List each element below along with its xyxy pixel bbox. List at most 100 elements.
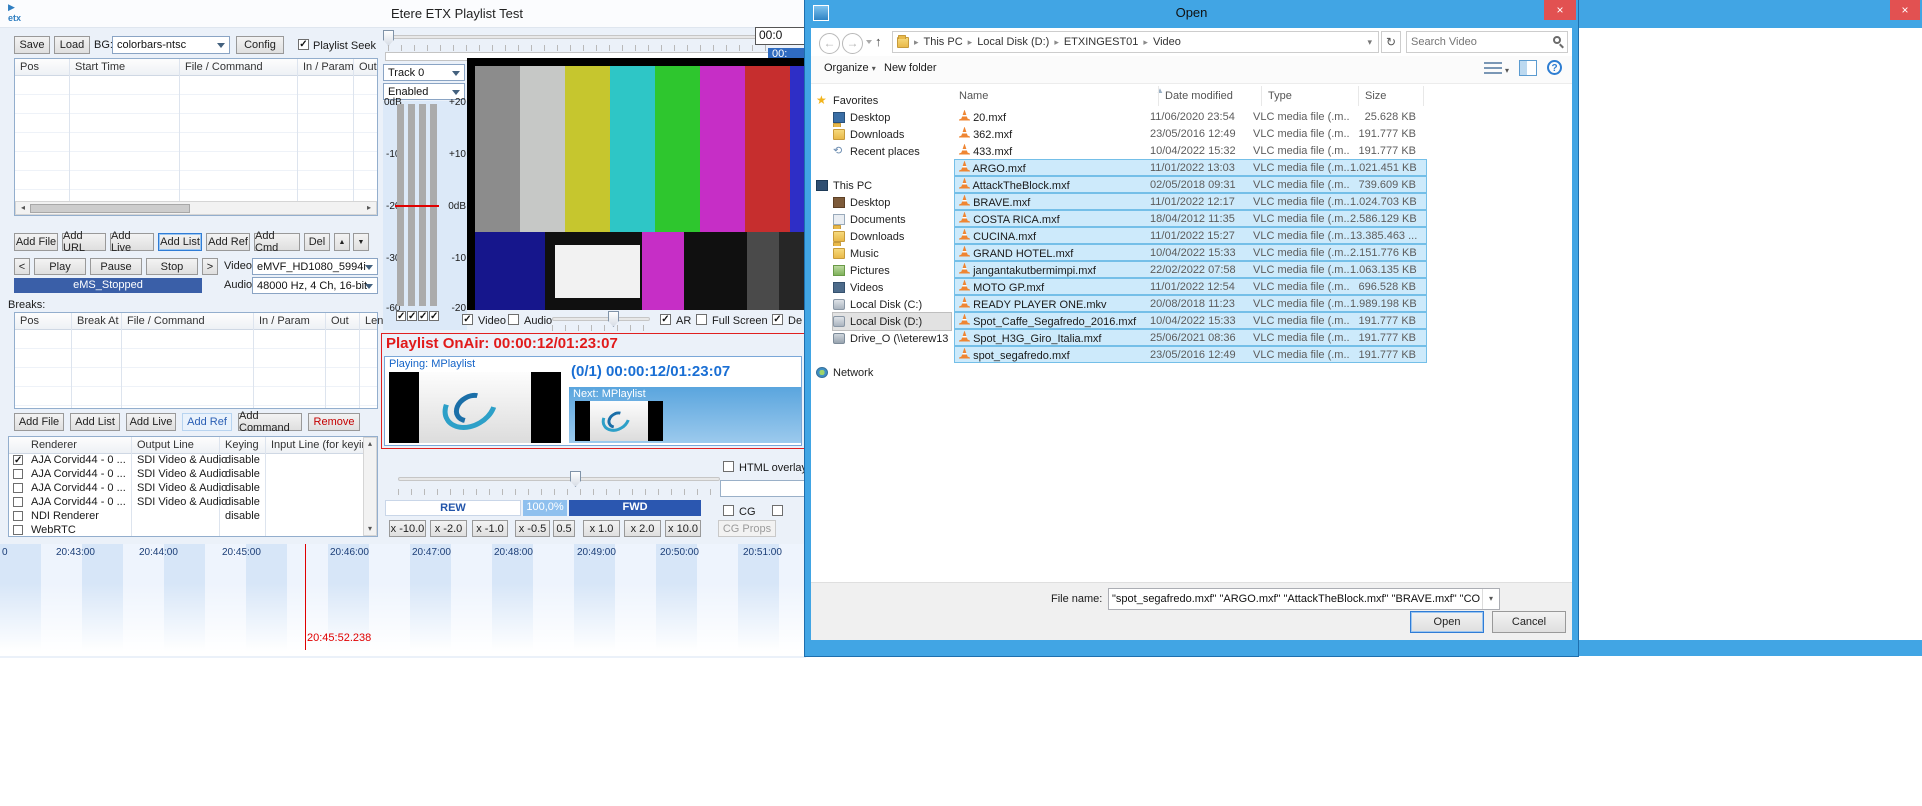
sidebar-item-music[interactable]: Music xyxy=(833,245,963,262)
vu-channel-4-checkbox[interactable] xyxy=(429,311,439,321)
timeline-playhead[interactable] xyxy=(305,544,306,650)
renderer-enable-checkbox[interactable] xyxy=(13,525,23,535)
speed-10-button[interactable]: x 10.0 xyxy=(665,520,701,537)
sidebar-item-local-disk-c[interactable]: Local Disk (C:) xyxy=(833,296,963,313)
pause-button[interactable]: Pause xyxy=(90,258,142,275)
breadcrumb-etxingest01[interactable]: ETXINGEST01 xyxy=(1064,36,1139,48)
file-row-selected[interactable]: Spot_Caffe_Segafredo_2016.mxf10/04/2022 … xyxy=(954,312,1427,329)
renderer-row[interactable]: NDI Renderer disable xyxy=(9,510,363,524)
sidebar-item-recent-places[interactable]: ⟲Recent places xyxy=(833,143,963,160)
file-row-selected[interactable]: COSTA RICA.mxf18/04/2012 11:35VLC media … xyxy=(954,210,1427,227)
breaks-add-ref-button[interactable]: Add Ref xyxy=(182,413,232,431)
renderer-enable-checkbox[interactable] xyxy=(13,469,23,479)
speed-x-10-button[interactable]: x -10.0 xyxy=(389,520,426,537)
column-header-date[interactable]: Date modified xyxy=(1165,90,1233,102)
sidebar-item-pictures[interactable]: Pictures xyxy=(833,262,963,279)
search-box[interactable] xyxy=(1406,31,1568,53)
audio-checkbox[interactable] xyxy=(508,314,519,325)
file-name-input[interactable] xyxy=(1112,591,1480,607)
renderer-vscrollbar[interactable]: ▴ ▾ xyxy=(363,437,377,536)
renderer-row[interactable]: WebRTC xyxy=(9,524,363,536)
fullscreen-checkbox[interactable] xyxy=(696,314,707,325)
file-row[interactable]: 20.mxf11/06/2020 23:54VLC media file (.m… xyxy=(954,108,1427,125)
ar-checkbox[interactable] xyxy=(660,314,671,325)
file-row-selected[interactable]: READY PLAYER ONE.mkv20/08/2018 11:23VLC … xyxy=(954,295,1427,312)
sidebar-item-this-pc[interactable]: This PC xyxy=(816,177,946,194)
sidebar-item-local-disk-d[interactable]: Local Disk (D:) xyxy=(833,313,951,330)
sidebar-item-desktop[interactable]: Desktop xyxy=(833,109,963,126)
vu-channel-2-checkbox[interactable] xyxy=(407,311,417,321)
dialog-close-icon[interactable]: × xyxy=(1544,0,1576,20)
deinterlace-checkbox[interactable] xyxy=(772,314,783,325)
move-up-button[interactable]: ▲ xyxy=(334,233,350,251)
file-row-selected[interactable]: ARGO.mxf11/01/2022 13:03VLC media file (… xyxy=(954,159,1427,176)
seek-slider-thumb[interactable] xyxy=(383,30,394,46)
file-row[interactable]: 362.mxf23/05/2016 12:49VLC media file (.… xyxy=(954,125,1427,142)
file-row-selected[interactable]: spot_segafredo.mxf23/05/2016 12:49VLC me… xyxy=(954,346,1427,363)
sidebar-item-videos[interactable]: Videos xyxy=(833,279,963,296)
open-button[interactable]: Open xyxy=(1410,611,1484,633)
new-folder-button[interactable]: New folder xyxy=(884,62,937,74)
renderer-row[interactable]: AJA Corvid44 - 0 ... SDI Video & Audio d… xyxy=(9,496,363,510)
file-row-selected[interactable]: MOTO GP.mxf11/01/2022 12:54VLC media fil… xyxy=(954,278,1427,295)
breadcrumb-local-disk-d[interactable]: Local Disk (D:) xyxy=(977,36,1049,48)
stop-button[interactable]: Stop xyxy=(146,258,198,275)
play-button[interactable]: Play xyxy=(34,258,86,275)
move-down-button[interactable]: ▼ xyxy=(353,233,369,251)
help-icon[interactable]: ? xyxy=(1547,60,1562,75)
view-dropdown-icon[interactable]: ▾ xyxy=(1505,66,1509,75)
search-input[interactable] xyxy=(1411,34,1541,50)
renderer-row[interactable]: AJA Corvid44 - 0 ... SDI Video & Audio d… xyxy=(9,454,363,468)
column-header-name[interactable]: Name xyxy=(959,90,988,102)
volume-slider[interactable] xyxy=(552,317,650,321)
breadcrumb-this-pc[interactable]: This PC xyxy=(924,36,963,48)
file-row[interactable]: 433.mxf10/04/2022 15:32VLC media file (.… xyxy=(954,142,1427,159)
speed-05-button[interactable]: 0.5 xyxy=(553,520,575,537)
breaks-add-command-button[interactable]: Add Command xyxy=(238,413,302,431)
video-format-select[interactable]: eMVF_HD1080_5994i xyxy=(252,258,378,275)
cg-checkbox[interactable] xyxy=(723,505,734,516)
add-list-button[interactable]: Add List xyxy=(158,233,202,251)
breadcrumb-dropdown-icon[interactable]: ▾ xyxy=(1367,37,1378,48)
file-name-dropdown-icon[interactable]: ▾ xyxy=(1482,589,1499,609)
vu-channel-1-checkbox[interactable] xyxy=(396,311,406,321)
file-row-selected[interactable]: GRAND HOTEL.mxf10/04/2022 15:33VLC media… xyxy=(954,244,1427,261)
video-checkbox[interactable] xyxy=(462,314,473,325)
cg-props-button[interactable]: CG Props xyxy=(718,520,776,537)
rew-zone[interactable]: REW xyxy=(385,500,521,516)
column-header-type[interactable]: Type xyxy=(1268,90,1292,102)
breaks-add-list-button[interactable]: Add List xyxy=(70,413,120,431)
track-select[interactable]: Track 0 xyxy=(383,64,465,81)
seek-slider[interactable] xyxy=(385,35,775,39)
breadcrumb-video[interactable]: Video xyxy=(1153,36,1181,48)
breadcrumb[interactable]: ▸ This PC ▸ Local Disk (D:) ▸ ETXINGEST0… xyxy=(892,31,1379,53)
file-row-selected[interactable]: BRAVE.mxf11/01/2022 12:17VLC media file … xyxy=(954,193,1427,210)
file-name-combo[interactable]: ▾ xyxy=(1108,588,1500,610)
sidebar-item-documents[interactable]: Documents xyxy=(833,211,963,228)
speed-1-button[interactable]: x 1.0 xyxy=(583,520,620,537)
sidebar-item-pc-desktop[interactable]: Desktop xyxy=(833,194,963,211)
speed-x-2-button[interactable]: x -2.0 xyxy=(430,520,467,537)
breaks-table[interactable]: Pos Break At File / Command In / Param O… xyxy=(14,312,378,409)
fwd-zone[interactable]: FWD xyxy=(569,500,701,516)
file-row-selected[interactable]: jangantakutbermimpi.mxf22/02/2022 07:58V… xyxy=(954,261,1427,278)
renderer-table[interactable]: Renderer Output Line Keying Input Line (… xyxy=(8,436,378,537)
column-header-size[interactable]: Size xyxy=(1365,90,1386,102)
renderer-enable-checkbox[interactable] xyxy=(13,483,23,493)
playlist-hscrollbar[interactable]: ◂ ▸ xyxy=(15,201,377,215)
organize-button[interactable]: Organize ▾ xyxy=(824,62,876,74)
sidebar-item-drive-o[interactable]: Drive_O (\\eterew13 xyxy=(833,330,963,347)
preview-pane-icon[interactable] xyxy=(1519,60,1537,76)
speed-2-button[interactable]: x 2.0 xyxy=(624,520,661,537)
background-window-close-icon[interactable]: × xyxy=(1890,0,1920,20)
file-row-selected[interactable]: Spot_H3G_Giro_Italia.mxf25/06/2021 08:36… xyxy=(954,329,1427,346)
vu-channel-3-checkbox[interactable] xyxy=(418,311,428,321)
sidebar-item-favorites[interactable]: ★Favorites xyxy=(816,92,946,109)
history-chevron-icon[interactable] xyxy=(866,40,872,47)
save-button[interactable]: Save xyxy=(14,36,50,54)
cg-text-input[interactable] xyxy=(720,480,806,497)
config-button[interactable]: Config xyxy=(236,36,284,54)
add-cmd-button[interactable]: Add Cmd xyxy=(254,233,300,251)
sidebar-item-pc-downloads[interactable]: Downloads xyxy=(833,228,963,245)
timeline[interactable]: 0 20:43:00 20:44:00 20:45:00 20:46:00 20… xyxy=(0,544,806,656)
